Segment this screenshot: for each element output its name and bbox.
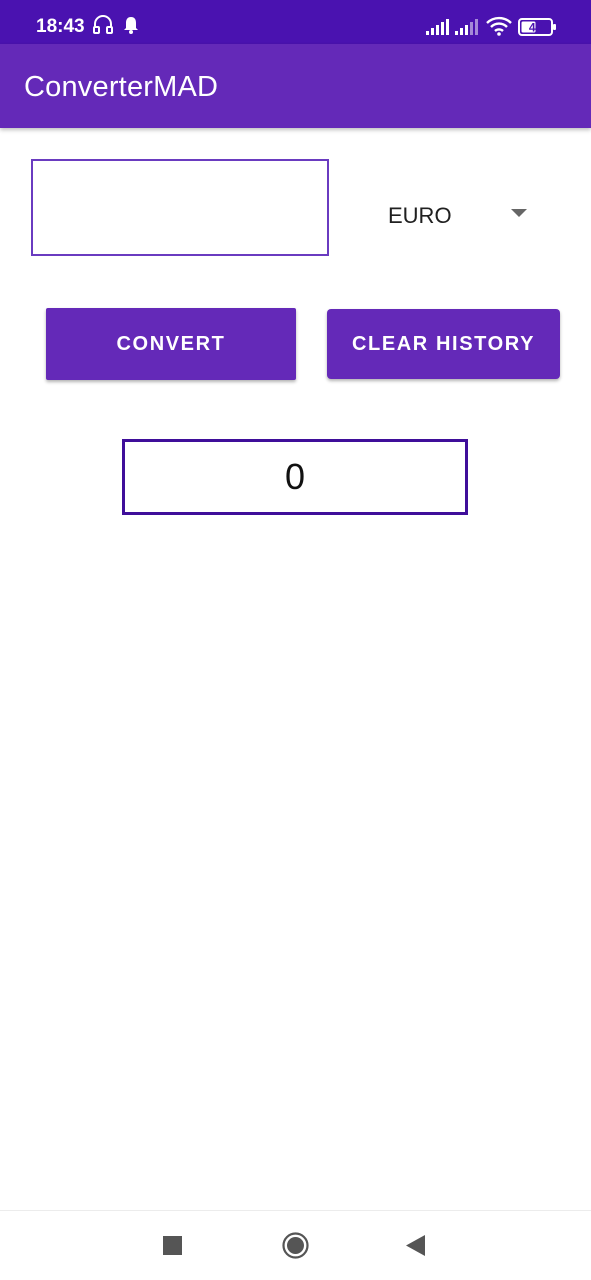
status-bar: 18:43 49: [0, 0, 591, 44]
status-time: 18:43: [36, 16, 85, 37]
battery-icon: 49: [518, 17, 558, 42]
headset-icon: [92, 14, 114, 41]
amount-input[interactable]: [31, 159, 329, 256]
signal-icon: [426, 18, 450, 41]
app-bar: ConverterMAD: [0, 44, 591, 128]
home-circle-icon[interactable]: [282, 1232, 309, 1264]
wifi-icon: [486, 16, 512, 41]
dropdown-arrow-icon: [511, 209, 527, 217]
notification-bell-icon: [122, 14, 140, 41]
currency-select[interactable]: EURO: [370, 186, 540, 242]
currency-selected-value: EURO: [388, 203, 452, 228]
clear-history-button[interactable]: CLEAR HISTORY: [327, 309, 560, 379]
result-value: 0: [284, 456, 306, 497]
app-title: ConverterMAD: [24, 71, 219, 103]
convert-button[interactable]: CONVERT: [46, 308, 296, 380]
navigation-bar: [0, 1210, 591, 1280]
back-triangle-icon[interactable]: [406, 1235, 426, 1261]
signal-icon: [455, 18, 479, 41]
battery-level: 49: [529, 21, 543, 35]
result-box: 0: [122, 439, 468, 515]
recents-square-icon[interactable]: [163, 1236, 182, 1260]
